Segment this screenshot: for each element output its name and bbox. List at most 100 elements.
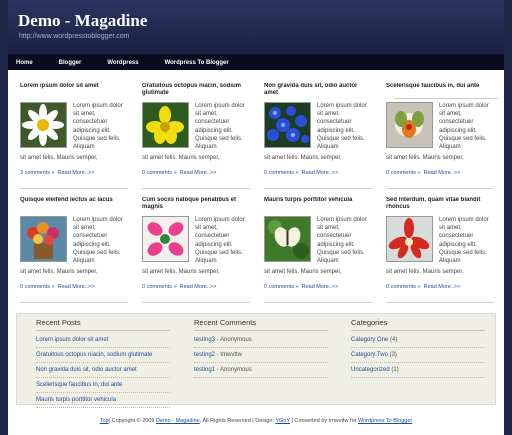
copyright-text: | Copyright © 2009 xyxy=(108,418,157,424)
comment-item: testing1 - Anonymous xyxy=(194,363,328,378)
post-title[interactable]: Lorem ipsum dolor sit amet xyxy=(20,83,128,98)
category-link[interactable]: Category One xyxy=(351,337,388,343)
designer-link[interactable]: YGoY xyxy=(275,418,290,424)
read-more-link[interactable]: Read More..>> xyxy=(424,284,461,290)
blue-flowers-icon[interactable] xyxy=(264,102,311,148)
comment-item: testing3 - Anonymous xyxy=(194,333,328,348)
converter-link[interactable]: Wordpress To Blogger xyxy=(358,418,412,424)
footer-widgets: Recent Posts Lorem ipsum dolor sit amet … xyxy=(16,313,496,408)
post-title[interactable]: Quisque eleifend lectus ac lacus xyxy=(20,197,128,212)
comments-link[interactable]: 0 comments » xyxy=(20,284,55,290)
nav-item-wordpress[interactable]: Wordpress xyxy=(107,60,138,66)
category-link[interactable]: Category Two xyxy=(351,352,388,358)
categories-widget: Categories Category One (4) Category Two… xyxy=(351,318,485,378)
top-link[interactable]: Top xyxy=(100,418,109,424)
post-title[interactable]: Sed interdum, quam vitae blandit rhoncus xyxy=(386,197,494,212)
page: Demo - Magadine http://www.wordpresstobl… xyxy=(0,0,512,435)
recent-post-link[interactable]: Gratuitous octopus niacin, sodium glutim… xyxy=(36,348,170,363)
recent-posts-widget: Recent Posts Lorem ipsum dolor sit amet … xyxy=(36,318,170,408)
post-title[interactable]: Cum sociis natoque penatibus et magnis xyxy=(142,197,250,212)
comment-item: testing2 - tmwvttw xyxy=(194,348,328,363)
yellow-flower-icon[interactable] xyxy=(142,102,189,148)
daisy-icon[interactable] xyxy=(20,102,67,148)
butterfly-icon[interactable] xyxy=(264,216,311,262)
read-more-link[interactable]: Read More..>> xyxy=(302,170,339,176)
comments-link[interactable]: 0 comments » xyxy=(264,170,299,176)
recent-post-link[interactable]: Lorem ipsum dolor sit amet xyxy=(36,333,170,348)
read-more-link[interactable]: Read More..>> xyxy=(424,170,461,176)
flower-pot-icon[interactable] xyxy=(20,216,67,262)
header: Demo - Magadine http://www.wordpresstobl… xyxy=(8,0,504,55)
post-card: Non gravida duis sit, odio auctor amet L… xyxy=(264,83,372,193)
post-excerpt: Lorem ipsum dolor sit amet, consectetuer… xyxy=(195,217,245,265)
site-link[interactable]: Demo - Magadine xyxy=(156,418,200,424)
post-excerpt: Lorem ipsum dolor sit amet, consectetuer… xyxy=(195,103,245,151)
read-more-link[interactable]: Read More..>> xyxy=(58,284,95,290)
category-count: (1) xyxy=(389,367,399,373)
post-excerpt: Lorem ipsum dolor sit amet, consectetuer… xyxy=(317,217,367,265)
post-excerpt: Lorem ipsum dolor sit amet, consectetuer… xyxy=(439,103,489,151)
category-link[interactable]: Uncategorized xyxy=(351,367,390,373)
post-card: Scelerisque faucibus in, dui ante Lorem … xyxy=(386,83,494,193)
post-title[interactable]: Scelerisque faucibus in, dui ante xyxy=(386,83,494,98)
comments-link[interactable]: 0 comments » xyxy=(386,170,421,176)
post-links: 0 comments » Read More..>> xyxy=(264,170,338,176)
category-item: Category One (4) xyxy=(351,333,485,348)
orchid-icon[interactable] xyxy=(386,102,433,148)
comment-author: - tmwvttw xyxy=(215,352,243,358)
comments-link[interactable]: 0 comments » xyxy=(264,284,299,290)
post-excerpt-tail: sit amet felis. Mauris semper, xyxy=(386,269,464,275)
post-title[interactable]: Gratuitous octopus niacin, sodium glutim… xyxy=(142,83,250,98)
post-excerpt-tail: sit amet felis. Mauris semper, xyxy=(20,269,98,275)
divider xyxy=(142,188,250,189)
post-title[interactable]: Mauris turpis porttitor vehicula xyxy=(264,197,372,212)
read-more-link[interactable]: Read More..>> xyxy=(302,284,339,290)
post-excerpt-tail: sit amet felis. Mauris semper, xyxy=(142,155,220,161)
copyright-bar: Top| Copyright © 2009 Demo - Magadine, A… xyxy=(8,418,504,424)
recent-post-link[interactable]: Scelerisque faucibus in, dui ante xyxy=(36,378,170,393)
category-count: (3) xyxy=(387,352,397,358)
comments-link[interactable]: 0 comments » xyxy=(142,284,177,290)
comments-link[interactable]: 0 comments » xyxy=(142,170,177,176)
post-card: Gratuitous octopus niacin, sodium glutim… xyxy=(142,83,250,193)
comment-link[interactable]: testing2 xyxy=(194,352,215,358)
divider xyxy=(20,302,128,303)
divider xyxy=(386,302,494,303)
post-title[interactable]: Non gravida duis sit, odio auctor amet xyxy=(264,83,372,98)
post-card: Lorem ipsum dolor sit amet Lorem ipsum d… xyxy=(20,83,128,193)
comments-link[interactable]: 0 comments » xyxy=(386,284,421,290)
divider xyxy=(142,302,250,303)
recent-post-link[interactable]: Mauris turpis porttitor vehicula xyxy=(36,393,170,408)
post-excerpt-tail: sit amet felis. Mauris semper, xyxy=(20,155,98,161)
copyright-text: , All Rights Reserved | Design: xyxy=(199,418,276,424)
post-excerpt-tail: sit amet felis. Mauris semper, xyxy=(142,269,220,275)
post-links: 3 comments » Read More..>> xyxy=(20,170,94,176)
comment-link[interactable]: testing1 xyxy=(194,367,215,373)
comments-link[interactable]: 3 comments » xyxy=(20,170,55,176)
site-title[interactable]: Demo - Magadine xyxy=(18,11,147,31)
copyright-text: | Converted by tmwvttw for xyxy=(289,418,358,424)
pink-flower-icon[interactable] xyxy=(142,216,189,262)
nav-bar: Home Blogger Wordpress Wordpress To Blog… xyxy=(8,55,504,70)
widget-title: Recent Comments xyxy=(194,318,328,331)
post-links: 0 comments » Read More..>> xyxy=(264,284,338,290)
read-more-link[interactable]: Read More..>> xyxy=(180,170,217,176)
red-lily-icon[interactable] xyxy=(386,216,433,262)
nav-item-home[interactable]: Home xyxy=(16,60,33,66)
nav-item-wordpress-to-blogger[interactable]: Wordpress To Blogger xyxy=(165,60,229,66)
post-card: Mauris turpis porttitor vehicula Lorem i… xyxy=(264,197,372,307)
recent-post-link[interactable]: Non gravida duis sit, odio auctor amet xyxy=(36,363,170,378)
post-excerpt-tail: sit amet felis. Mauris semper, xyxy=(264,269,342,275)
divider xyxy=(386,188,494,189)
comment-author: - Anonymous xyxy=(215,367,252,373)
site-url: http://www.wordpresstoblogger.com xyxy=(19,33,130,40)
read-more-link[interactable]: Read More..>> xyxy=(58,170,95,176)
post-links: 0 comments » Read More..>> xyxy=(142,170,216,176)
divider xyxy=(20,188,128,189)
post-excerpt-tail: sit amet felis. Mauris semper, xyxy=(264,155,342,161)
comment-link[interactable]: testing3 xyxy=(194,337,215,343)
read-more-link[interactable]: Read More..>> xyxy=(180,284,217,290)
nav-item-blogger[interactable]: Blogger xyxy=(59,60,82,66)
post-excerpt: Lorem ipsum dolor sit amet, consectetuer… xyxy=(73,217,123,265)
post-excerpt: Lorem ipsum dolor sit amet, consectetuer… xyxy=(317,103,367,151)
